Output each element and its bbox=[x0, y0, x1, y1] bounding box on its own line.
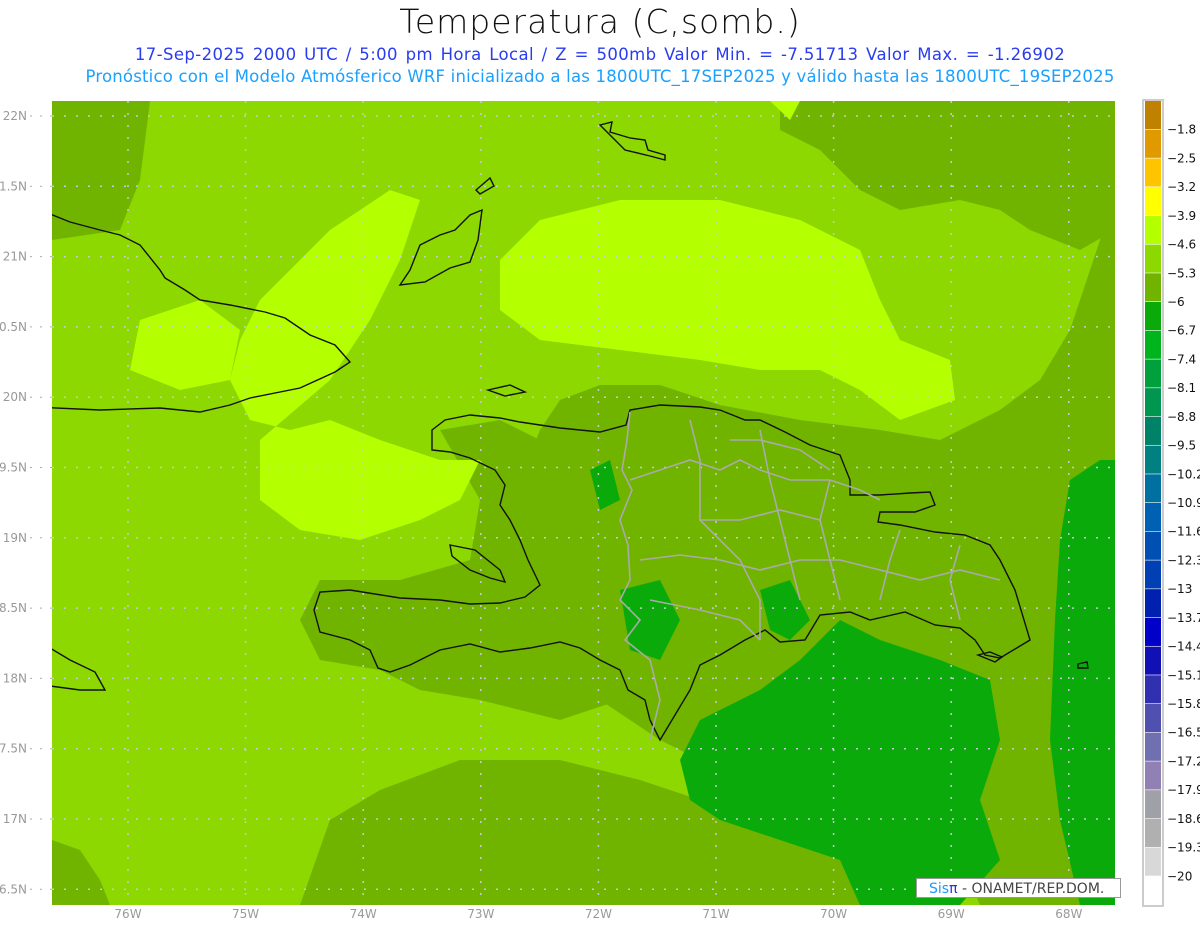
logo-sis: Sis bbox=[929, 881, 950, 897]
colorbar-label: −17.2 bbox=[1167, 754, 1200, 768]
colorbar-label: −12.3 bbox=[1167, 553, 1200, 567]
lat-tick-label: 19N bbox=[3, 531, 27, 545]
logo-pi: π bbox=[949, 881, 958, 897]
colorbar-label: −15.1 bbox=[1167, 668, 1200, 682]
colorbar-label: −9.5 bbox=[1167, 439, 1196, 453]
colorbar-swatch bbox=[1145, 876, 1161, 905]
colorbar-label: −8.8 bbox=[1167, 410, 1196, 424]
colorbar-swatch bbox=[1145, 388, 1161, 417]
chart-title: Temperatura (C,somb.) bbox=[399, 2, 801, 41]
colorbar-label: −1.8 bbox=[1167, 123, 1196, 137]
model-line: Pronóstico con el Modelo Atmósferico WRF… bbox=[85, 67, 1115, 86]
lon-tick-label: 71W bbox=[702, 907, 729, 921]
colorbar-swatch bbox=[1145, 330, 1161, 359]
logo-org: - ONAMET/REP.DOM. bbox=[957, 881, 1105, 897]
lat-tick-label: 17N bbox=[3, 812, 27, 826]
colorbar-label: −2.5 bbox=[1167, 151, 1196, 165]
lat-tick-label: 9.5N bbox=[0, 461, 27, 475]
colorbar-swatch bbox=[1145, 101, 1161, 130]
lon-tick-label: 73W bbox=[467, 907, 494, 921]
colorbar-label: −15.8 bbox=[1167, 697, 1200, 711]
colorbar-label: −17.9 bbox=[1167, 783, 1200, 797]
colorbar-swatch bbox=[1145, 503, 1161, 532]
colorbar-label: −13.7 bbox=[1167, 611, 1200, 625]
colorbar-label: −3.2 bbox=[1167, 180, 1196, 194]
colorbar-swatch bbox=[1145, 589, 1161, 618]
colorbar-swatch bbox=[1145, 129, 1161, 158]
colorbar-swatch bbox=[1145, 761, 1161, 790]
lon-tick-label: 75W bbox=[232, 907, 259, 921]
colorbar-label: −10.2 bbox=[1167, 467, 1200, 481]
colorbar-label: −16.5 bbox=[1167, 726, 1200, 740]
lat-tick-label: 18N bbox=[3, 671, 27, 685]
colorbar-label: −6 bbox=[1167, 295, 1185, 309]
colorbar-swatch bbox=[1145, 560, 1161, 589]
colorbar-swatch bbox=[1145, 617, 1161, 646]
colorbar: −1.8 −2.5 −3.2 −3.9 −4.6 −5.3 −6 −6.7 −7.4 −8.1 −8… bbox=[1142, 99, 1200, 907]
colorbar-label: −5.3 bbox=[1167, 266, 1196, 280]
colorbar-swatch bbox=[1145, 704, 1161, 733]
colorbar-label: −7.4 bbox=[1167, 352, 1196, 366]
info-line: 17-Sep-2025 2000 UTC / 5:00 pm Hora Loca… bbox=[134, 45, 1066, 64]
colorbar-label: −20 bbox=[1167, 869, 1192, 883]
colorbar-label: −18.6 bbox=[1167, 812, 1200, 826]
colorbar-label: −19.3 bbox=[1167, 841, 1200, 855]
map-canvas: 76W 75W 74W 73W 72W 71W 70W 69W 68W 22N 1.5N 21N 0.5… bbox=[0, 99, 1200, 921]
lon-tick-label: 70W bbox=[820, 907, 847, 921]
lat-tick-label: 7.5N bbox=[0, 742, 27, 756]
colorbar-swatch bbox=[1145, 215, 1161, 244]
lat-tick-label: 22N bbox=[3, 109, 27, 123]
lat-tick-label: 20N bbox=[3, 390, 27, 404]
colorbar-swatch bbox=[1145, 790, 1161, 819]
lat-tick-label: 6.5N bbox=[0, 882, 27, 896]
colorbar-label: −13 bbox=[1167, 582, 1192, 596]
lat-tick-label: 1.5N bbox=[0, 179, 27, 193]
colorbar-swatch bbox=[1145, 818, 1161, 847]
colorbar-label: −3.9 bbox=[1167, 209, 1196, 223]
colorbar-label: −8.1 bbox=[1167, 381, 1196, 395]
lat-tick-label: 8.5N bbox=[0, 601, 27, 615]
colorbar-swatch bbox=[1145, 244, 1161, 273]
colorbar-swatch bbox=[1145, 474, 1161, 503]
logo-box: Sisπ - ONAMET/REP.DOM. bbox=[916, 878, 1121, 898]
lat-tick-label: 0.5N bbox=[0, 320, 27, 334]
colorbar-swatch bbox=[1145, 531, 1161, 560]
lon-tick-label: 76W bbox=[114, 907, 141, 921]
colorbar-label: −14.4 bbox=[1167, 640, 1200, 654]
colorbar-swatch bbox=[1145, 273, 1161, 302]
colorbar-swatch bbox=[1145, 732, 1161, 761]
colorbar-swatch bbox=[1145, 416, 1161, 445]
colorbar-swatch bbox=[1145, 158, 1161, 187]
lon-tick-label: 69W bbox=[938, 907, 965, 921]
temperature-field bbox=[52, 101, 1115, 905]
colorbar-label: −6.7 bbox=[1167, 324, 1196, 338]
colorbar-swatch bbox=[1145, 302, 1161, 331]
colorbar-label: −4.6 bbox=[1167, 238, 1196, 252]
colorbar-swatch bbox=[1145, 187, 1161, 216]
colorbar-swatch bbox=[1145, 445, 1161, 474]
colorbar-swatch bbox=[1145, 646, 1161, 675]
lat-tick-label: 21N bbox=[3, 250, 27, 264]
lon-tick-label: 72W bbox=[585, 907, 612, 921]
colorbar-swatch bbox=[1145, 359, 1161, 388]
lon-tick-label: 68W bbox=[1055, 907, 1082, 921]
colorbar-swatch bbox=[1145, 675, 1161, 704]
colorbar-swatch bbox=[1145, 847, 1161, 876]
colorbar-label: −10.9 bbox=[1167, 496, 1200, 510]
lon-tick-label: 74W bbox=[350, 907, 377, 921]
colorbar-label: −11.6 bbox=[1167, 525, 1200, 539]
